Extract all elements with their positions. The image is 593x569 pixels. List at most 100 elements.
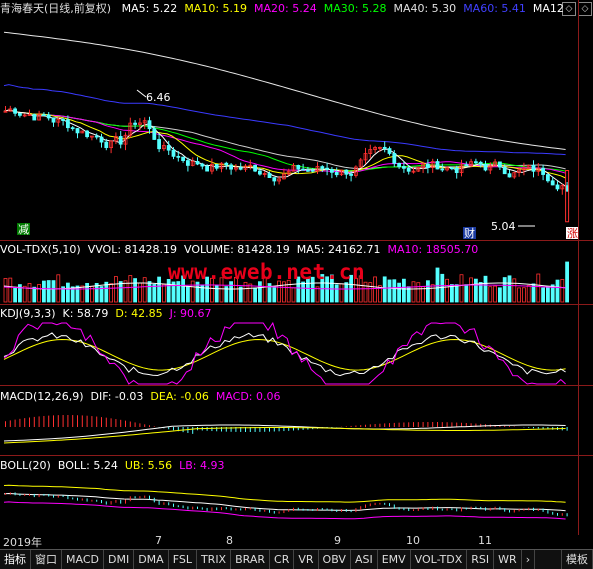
candle-body: [133, 122, 138, 125]
volume-bar: [291, 287, 296, 303]
tab-dmi[interactable]: DMI: [104, 550, 135, 569]
candle-body: [185, 160, 190, 166]
candle-body: [531, 165, 536, 172]
candle-body: [507, 173, 512, 178]
volume-bar: [502, 277, 507, 303]
candle-body: [301, 168, 306, 171]
volume-bar: [382, 276, 387, 303]
volume-bar: [142, 277, 147, 303]
candle-body: [51, 117, 56, 123]
tab-vr[interactable]: VR: [294, 550, 319, 569]
tab-窗口[interactable]: 窗口: [31, 550, 62, 569]
kdj-chart[interactable]: [0, 322, 578, 385]
indicator-tab-bar: 指标 窗口 MACD DMI DMA FSL TRIX BRAR CR VR OBV ASI EMV VO…: [0, 549, 593, 569]
tab-fsl[interactable]: FSL: [169, 550, 197, 569]
ma60-line: [3, 84, 566, 156]
volume-bar: [13, 287, 18, 303]
volume-bar: [488, 286, 493, 303]
candle-body: [66, 119, 70, 129]
volume-bar: [493, 285, 498, 303]
tab-trix[interactable]: TRIX: [197, 550, 232, 569]
macd-chart[interactable]: [0, 405, 578, 449]
candle-body: [464, 164, 469, 167]
volume-bar: [526, 285, 531, 303]
volume-bar: [464, 284, 469, 303]
tab-wr[interactable]: WR: [494, 550, 522, 569]
price-chart[interactable]: 6.46 5.04 减 财 涨: [0, 18, 578, 240]
scroll-down-icon[interactable]: ◇: [578, 2, 592, 16]
candle-body: [382, 146, 387, 149]
date-label: 11: [478, 534, 492, 547]
candle-body: [497, 161, 502, 168]
volume-bar: [272, 287, 277, 303]
right-axis-rule: [578, 0, 579, 535]
tab-emv[interactable]: EMV: [378, 550, 411, 569]
volume-bar: [157, 276, 162, 303]
volume-bar: [445, 278, 450, 303]
boll-chart[interactable]: [0, 474, 578, 534]
tab-spacer: [535, 550, 561, 569]
volume-bar: [363, 281, 368, 303]
candle-body: [440, 168, 445, 171]
tab-macd[interactable]: MACD: [62, 550, 104, 569]
candle-body: [435, 161, 440, 170]
candle-body: [454, 167, 459, 174]
tab-scroll-right-icon[interactable]: ›: [522, 550, 536, 569]
volume-bar: [517, 287, 521, 303]
date-label: 8: [226, 534, 233, 547]
volume-bar: [114, 276, 118, 303]
tab-brar[interactable]: BRAR: [231, 550, 271, 569]
candle-body: [176, 155, 181, 158]
vol-legend-item: VOLUME: 81428.19: [184, 243, 290, 256]
boll-legend-item: UB: 5.56: [124, 459, 173, 472]
ma-legend-item: MA12: [532, 2, 564, 15]
template-button[interactable]: 模板: [561, 550, 593, 569]
volume-bar: [37, 284, 41, 303]
tab-asi[interactable]: ASI: [351, 550, 378, 569]
volume-bar: [454, 284, 459, 303]
candle-body: [325, 167, 330, 170]
macd-panel-header: MACD(12,26,9) DIF: -0.03 DEA: -0.06 MACD: 0…: [0, 388, 288, 406]
volume-bar: [560, 279, 565, 303]
high-price-marker: 6.46: [146, 91, 171, 104]
volume-bar: [334, 284, 339, 303]
candle-body: [320, 166, 325, 169]
tab-cr[interactable]: CR: [270, 550, 295, 569]
candle-body: [344, 169, 349, 175]
candle-body: [85, 130, 89, 138]
candle-body: [195, 161, 200, 165]
tab-obv[interactable]: OBV: [319, 550, 351, 569]
ma-legend-item: MA20: 5.24: [254, 2, 317, 15]
vol-legend-item: MA10: 18505.70: [387, 243, 479, 256]
tab-vol-tdx[interactable]: VOL-TDX: [411, 550, 468, 569]
tab-指标[interactable]: 指标: [0, 550, 31, 569]
macd-legend-item: DIF: -0.03: [90, 390, 144, 403]
kdj-legend-item: J: 90.67: [169, 307, 212, 320]
vol-legend-item: VVOL: 81428.19: [87, 243, 178, 256]
tab-rsi[interactable]: RSI: [467, 550, 495, 569]
date-axis: 2019年 7 8 9 10 11: [0, 534, 593, 549]
tab-dma[interactable]: DMA: [134, 550, 169, 569]
volume-bar: [152, 284, 157, 303]
volume-bar: [536, 273, 541, 303]
volume-bar: [253, 287, 258, 303]
ma40-line: [3, 109, 566, 170]
volume-bar: [42, 280, 46, 303]
candle-body: [478, 161, 483, 165]
volume-bar: [401, 278, 406, 303]
candle-body: [473, 161, 478, 164]
volume-bar: [66, 282, 70, 303]
volume-bar: [339, 283, 344, 303]
volume-bar: [301, 281, 306, 303]
candle-body: [425, 163, 430, 168]
volume-bar: [344, 282, 349, 303]
volume-bar: [555, 279, 560, 303]
volume-bar: [277, 280, 282, 303]
volume-bar: [512, 278, 517, 303]
candle-body: [171, 149, 176, 157]
volume-bar: [75, 285, 80, 303]
divider: [0, 385, 593, 386]
macd-dea-line: [3, 427, 566, 444]
candle-body: [546, 174, 550, 182]
candle-body: [329, 168, 334, 173]
